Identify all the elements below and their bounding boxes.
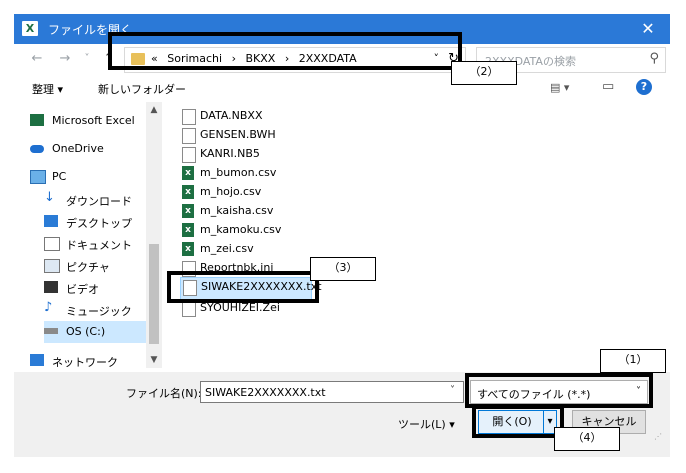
resize-grip-icon[interactable]: ⋰ bbox=[654, 432, 662, 441]
cloud-icon bbox=[30, 145, 44, 153]
filename-label: ファイル名(N): bbox=[126, 387, 202, 400]
network-icon bbox=[30, 354, 44, 366]
sidebar-scrollbar[interactable]: ▲ ▼ bbox=[146, 102, 162, 368]
sidebar-item-pc[interactable]: PC bbox=[30, 166, 144, 188]
picture-icon bbox=[44, 259, 60, 273]
callout-frame-filetype bbox=[465, 373, 653, 408]
recent-locations-button[interactable]: ˅ bbox=[78, 50, 96, 68]
excel-app-icon bbox=[22, 21, 38, 36]
file-icon bbox=[182, 109, 196, 125]
preview-pane-icon[interactable]: ▭ bbox=[602, 79, 614, 94]
file-icon bbox=[182, 147, 196, 163]
forward-button[interactable]: → bbox=[56, 50, 74, 68]
file-list: DATA.NBXX GENSEN.BWH KANRI.NB5 m_bumon.c… bbox=[176, 102, 556, 368]
sidebar-item-label: Microsoft Excel bbox=[52, 114, 135, 127]
filename-dropdown-icon[interactable]: ˅ bbox=[450, 385, 455, 396]
document-icon bbox=[44, 237, 60, 251]
sidebar-item-label: ネットワーク bbox=[52, 356, 118, 369]
help-icon[interactable]: ? bbox=[636, 79, 652, 95]
sidebar-item-downloads[interactable]: ↓ ダウンロード bbox=[44, 189, 158, 211]
callout-label-1: （1） bbox=[600, 349, 666, 373]
excel-icon bbox=[30, 114, 44, 126]
computer-icon bbox=[30, 170, 46, 184]
sidebar-item-label: OneDrive bbox=[52, 142, 104, 155]
sidebar-item-os-c[interactable]: OS (C:) bbox=[44, 321, 158, 343]
sidebar-item-label: デスクトップ bbox=[66, 217, 132, 230]
download-icon: ↓ bbox=[44, 190, 55, 205]
navigation-pane: Microsoft Excel OneDrive PC ↓ ダウンロード デスク… bbox=[30, 102, 160, 369]
scroll-down-icon[interactable]: ▼ bbox=[146, 352, 162, 368]
callout-label-4: （4） bbox=[554, 427, 620, 451]
sidebar-item-network[interactable]: ネットワーク bbox=[30, 350, 144, 372]
csv-file-icon bbox=[182, 223, 194, 237]
callout-label-3: （3） bbox=[310, 257, 376, 281]
sidebar-item-label: ダウンロード bbox=[66, 195, 132, 208]
sidebar-item-label: PC bbox=[52, 170, 67, 183]
new-folder-button[interactable]: 新しいフォルダー bbox=[98, 81, 186, 97]
sidebar-item-music[interactable]: ♪ ミュージック bbox=[44, 299, 158, 321]
csv-file-icon bbox=[182, 242, 194, 256]
csv-file-icon bbox=[182, 204, 194, 218]
sidebar-item-microsoft-excel[interactable]: Microsoft Excel bbox=[30, 110, 144, 132]
sidebar-item-pictures[interactable]: ピクチャ bbox=[44, 255, 158, 277]
callout-frame-open bbox=[472, 405, 564, 438]
command-bar: 整理 ▾ 新しいフォルダー ▤ ▾ ▭ ? bbox=[14, 74, 670, 102]
callout-frame-selected-file bbox=[167, 271, 319, 303]
view-options-icon[interactable]: ▤ ▾ bbox=[550, 81, 569, 94]
drive-icon bbox=[44, 328, 58, 334]
sidebar-item-documents[interactable]: ドキュメント bbox=[44, 233, 158, 255]
close-button[interactable]: ✕ bbox=[626, 14, 670, 44]
file-icon bbox=[182, 301, 196, 317]
sidebar-item-label: ピクチャ bbox=[66, 261, 110, 274]
sidebar-item-onedrive[interactable]: OneDrive bbox=[30, 138, 144, 160]
filename-input[interactable] bbox=[200, 381, 464, 403]
sidebar-item-label: ミュージック bbox=[66, 305, 132, 318]
callout-label-2: （2） bbox=[451, 61, 517, 85]
desktop-icon bbox=[44, 215, 58, 227]
callout-frame-address bbox=[108, 32, 462, 70]
music-icon: ♪ bbox=[44, 300, 53, 315]
back-button[interactable]: ← bbox=[28, 50, 46, 68]
file-icon bbox=[182, 128, 196, 144]
search-icon[interactable]: ⚲ bbox=[649, 51, 659, 66]
sidebar-item-label: OS (C:) bbox=[66, 325, 106, 338]
video-icon bbox=[44, 281, 58, 293]
csv-file-icon bbox=[182, 185, 194, 199]
sidebar-item-videos[interactable]: ビデオ bbox=[44, 277, 158, 299]
sidebar-item-desktop[interactable]: デスクトップ bbox=[44, 211, 158, 233]
organize-menu[interactable]: 整理 ▾ bbox=[32, 81, 63, 97]
sidebar-item-label: ドキュメント bbox=[66, 239, 132, 252]
scroll-thumb[interactable] bbox=[149, 244, 159, 344]
tools-menu[interactable]: ツール(L) ▾ bbox=[398, 416, 455, 432]
csv-file-icon bbox=[182, 166, 194, 180]
scroll-up-icon[interactable]: ▲ bbox=[146, 102, 162, 118]
sidebar-item-label: ビデオ bbox=[66, 283, 99, 296]
